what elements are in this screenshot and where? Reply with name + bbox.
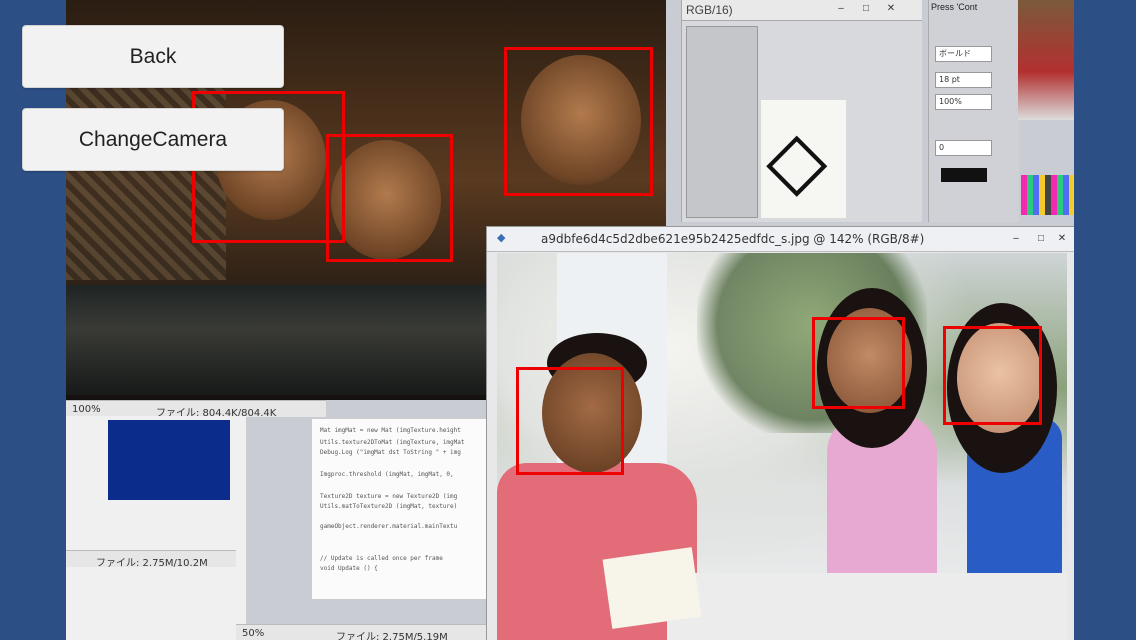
- image-window-title: a9dbfe6d4c5d2dbe621e95b2425edfdc_s.jpg @…: [541, 232, 925, 246]
- code-line: Utils.texture2DToMat (imgTexture, imgMat: [320, 439, 465, 446]
- sub-panel: [686, 26, 758, 218]
- code-line: Debug.Log ("imgMat dst ToString " + img: [320, 449, 461, 456]
- close-icon: ✕: [1057, 233, 1067, 244]
- close-icon: ✕: [886, 3, 896, 14]
- app-icon: ◆: [497, 232, 506, 244]
- minimize-icon: –: [1013, 233, 1019, 244]
- font-size-field: 18 pt: [935, 72, 992, 88]
- status-bar-mid: ファイル: 2.75M/10.2M: [66, 550, 236, 569]
- face-detection-box: [326, 134, 453, 262]
- color-bar: [941, 168, 987, 182]
- face-detection-box: [516, 367, 624, 475]
- code-line: // Update is called once per frame: [320, 555, 443, 562]
- thumbnail: [1018, 0, 1074, 120]
- image-window-title-bar: ◆ a9dbfe6d4c5d2dbe621e95b2425edfdc_s.jpg…: [487, 227, 1074, 252]
- zero-field: 0: [935, 140, 992, 156]
- desk: [667, 573, 1067, 640]
- face-detection-box: [812, 317, 905, 409]
- palette-title: RGB/16): [686, 3, 733, 17]
- face-detection-box: [504, 47, 653, 196]
- maximize-icon: □: [1037, 233, 1045, 244]
- zoom-label-bottom: 50%: [242, 628, 265, 639]
- maximize-icon: □: [862, 3, 870, 14]
- face-detection-box: [943, 326, 1042, 425]
- font-weight-field: ボールド: [935, 46, 992, 62]
- change-camera-button[interactable]: ChangeCamera: [22, 108, 284, 171]
- blue-preview: [108, 420, 230, 500]
- wood-plank: [66, 285, 496, 395]
- zoom-label: 100%: [72, 404, 101, 415]
- back-button[interactable]: Back: [22, 25, 284, 88]
- code-line: Imgproc.threshold (imgMat, imgMat, 0,: [320, 471, 454, 478]
- scale-field: 100%: [935, 94, 992, 110]
- status-bar-bottom: 50% ファイル: 2.75M/5.19M: [236, 624, 496, 640]
- status-bar-top: 100% ファイル: 804.4K/804.4K: [66, 400, 326, 419]
- paper: [602, 547, 702, 629]
- file-size-label-mid: ファイル: 2.75M/10.2M: [96, 558, 208, 569]
- code-line: Texture2D texture = new Texture2D (img: [320, 493, 458, 500]
- glyph-icon: ◇: [766, 113, 828, 206]
- code-line: gameObject.renderer.material.mainTextu: [320, 523, 458, 530]
- code-editor: Mat imgMat = new Mat (imgTexture.height …: [311, 418, 503, 600]
- code-line: Utils.matToTexture2D (imgMat, texture): [320, 503, 458, 510]
- swatches: [1021, 175, 1073, 215]
- props-header: Press 'Cont: [931, 2, 978, 12]
- file-size-label-bottom: ファイル: 2.75M/5.19M: [336, 632, 448, 640]
- properties-panel: Press 'Cont ボールド 18 pt 100% 0: [928, 0, 1019, 222]
- palette-title-bar: RGB/16) – □ ✕: [682, 0, 922, 21]
- code-line: Mat imgMat = new Mat (imgTexture.height: [320, 427, 461, 434]
- minimize-icon: –: [838, 3, 844, 14]
- code-line: void Update () {: [320, 565, 378, 572]
